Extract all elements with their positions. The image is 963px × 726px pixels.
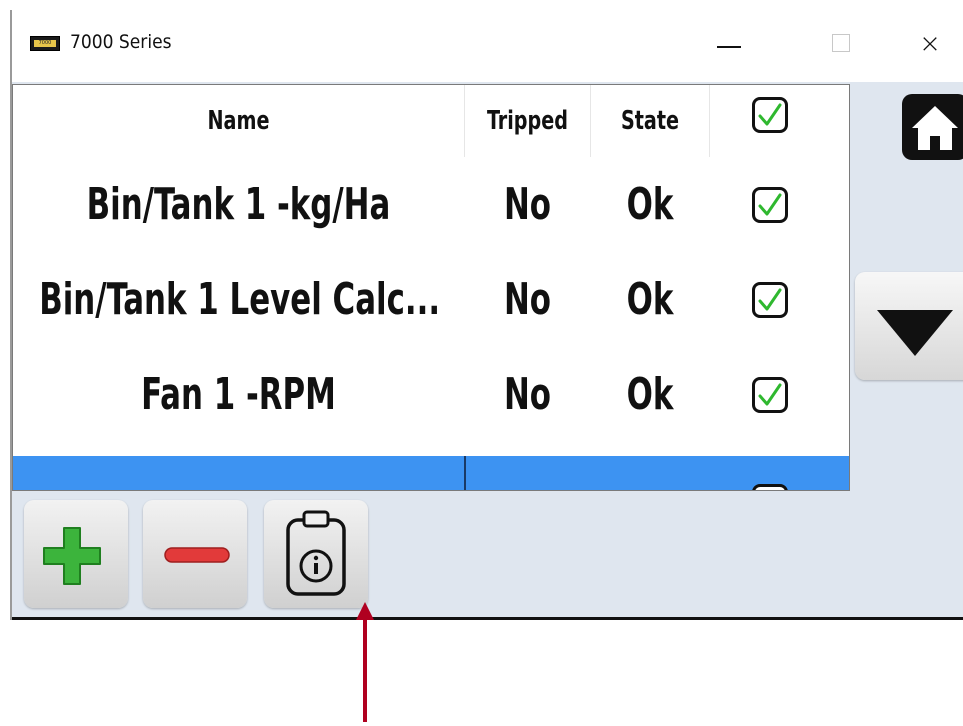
column-header-tripped[interactable]: Tripped bbox=[476, 85, 579, 157]
window-title: 7000 Series bbox=[70, 31, 172, 53]
row-name: Bin/Tank 1 Level Calc... bbox=[39, 274, 441, 325]
row-name: Bin/Tank 1 -kg/Ha bbox=[86, 179, 391, 230]
row-checkbox[interactable] bbox=[752, 377, 788, 413]
header-divider bbox=[709, 85, 710, 157]
add-button[interactable] bbox=[24, 500, 128, 608]
home-icon bbox=[902, 94, 963, 160]
table-row[interactable]: Bin/Tank 1 -kg/Ha No Ok bbox=[13, 157, 849, 252]
scroll-down-button[interactable] bbox=[855, 272, 963, 380]
select-all-checkbox[interactable] bbox=[752, 97, 788, 133]
table-row[interactable]: Fan 1 -RPM No Ok bbox=[13, 347, 849, 442]
annotation-arrow-icon bbox=[353, 600, 377, 722]
row-checkbox[interactable] bbox=[752, 187, 788, 223]
check-icon bbox=[758, 288, 782, 311]
remove-button[interactable] bbox=[143, 500, 247, 608]
info-button[interactable] bbox=[264, 500, 368, 608]
row-name: Fan 1 -RPM bbox=[141, 369, 336, 420]
check-icon bbox=[758, 193, 782, 216]
minus-icon bbox=[164, 547, 230, 563]
column-header-state[interactable]: State bbox=[602, 85, 699, 157]
selected-table-row[interactable] bbox=[13, 456, 849, 490]
plus-icon bbox=[43, 527, 101, 585]
row-divider bbox=[464, 456, 466, 490]
header-divider bbox=[590, 85, 591, 157]
row-state: Ok bbox=[626, 274, 674, 325]
app-icon: 7000 bbox=[30, 36, 60, 51]
table-row[interactable]: Bin/Tank 1 Level Calc... No Ok bbox=[13, 252, 849, 347]
row-tripped: No bbox=[503, 274, 552, 325]
app-icon-label: 7000 bbox=[34, 40, 56, 47]
column-header-name[interactable]: Name bbox=[54, 85, 424, 157]
home-button[interactable] bbox=[900, 92, 963, 162]
minimize-icon bbox=[717, 46, 741, 48]
alarm-table: Name Tripped State Bin/Tank 1 -kg/Ha No … bbox=[12, 84, 850, 491]
minimize-button[interactable] bbox=[705, 24, 755, 64]
app-window: 7000 7000 Series × Name Tripped State Bi… bbox=[10, 10, 963, 620]
header-divider bbox=[464, 85, 465, 157]
row-checkbox[interactable] bbox=[752, 282, 788, 318]
row-state: Ok bbox=[626, 369, 674, 420]
close-button[interactable]: × bbox=[905, 24, 955, 64]
row-tripped: No bbox=[503, 179, 552, 230]
check-icon bbox=[758, 103, 782, 126]
row-tripped: No bbox=[503, 369, 552, 420]
row-state: Ok bbox=[626, 179, 674, 230]
check-icon bbox=[758, 383, 782, 406]
client-area: Name Tripped State Bin/Tank 1 -kg/Ha No … bbox=[12, 82, 963, 620]
triangle-down-icon bbox=[877, 310, 953, 356]
title-bar: 7000 7000 Series × bbox=[12, 10, 963, 82]
maximize-button[interactable] bbox=[816, 24, 866, 64]
row-checkbox[interactable] bbox=[752, 484, 788, 490]
clipboard-info-icon bbox=[286, 510, 346, 596]
maximize-icon bbox=[832, 34, 850, 52]
